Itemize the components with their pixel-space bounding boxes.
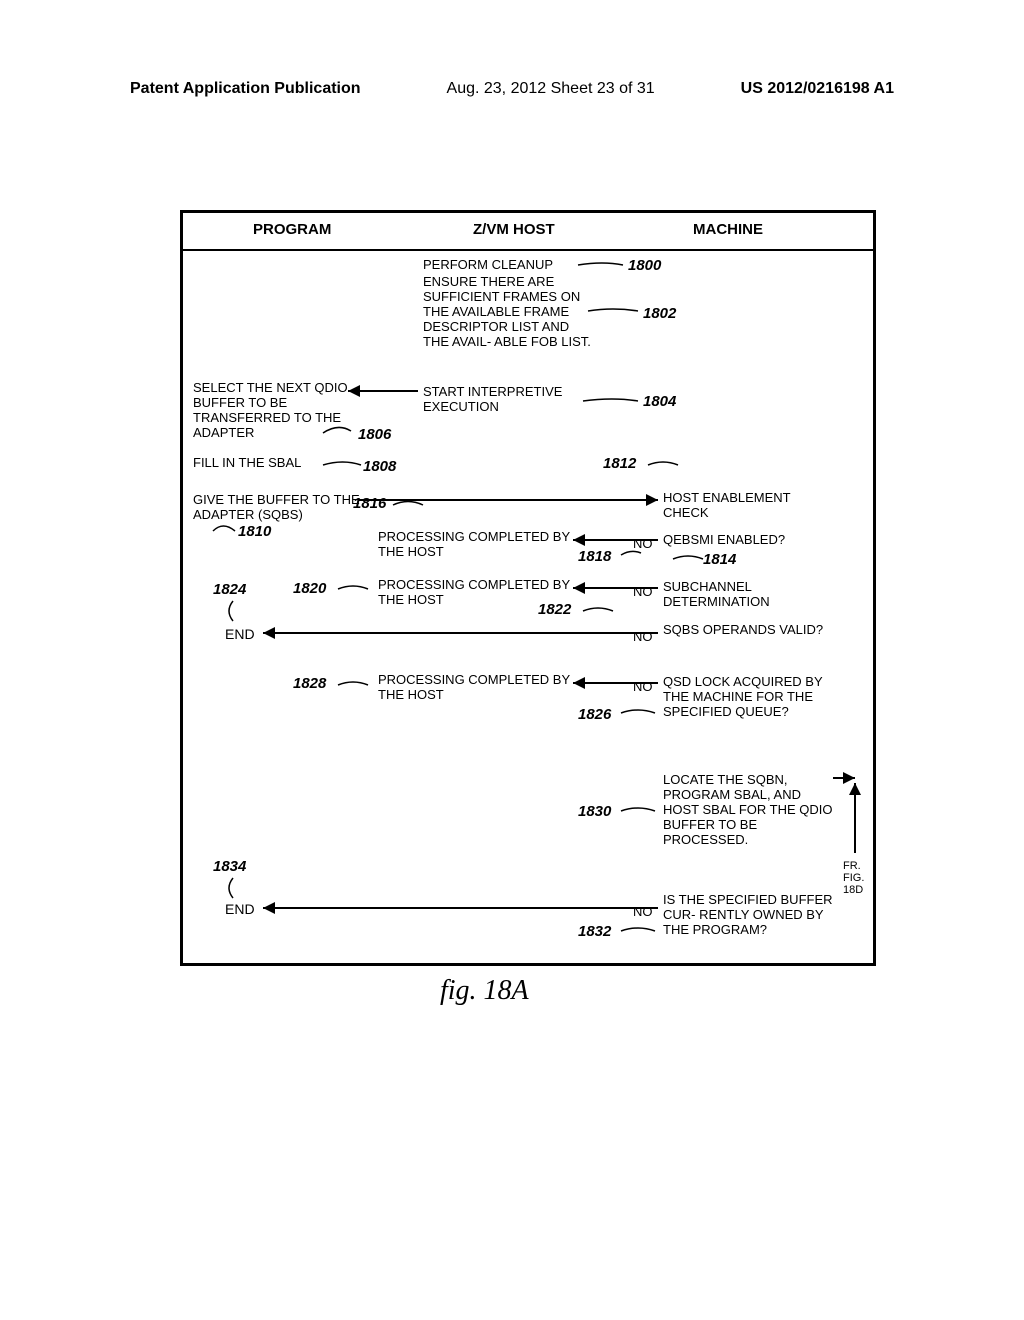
header-pubnumber: US 2012/0216198 A1	[741, 80, 894, 98]
arrows-layer	[183, 213, 873, 963]
header-sheet: Aug. 23, 2012 Sheet 23 of 31	[447, 80, 655, 98]
figure-frame: PROGRAM Z/VM HOST MACHINE PERFORM CLEANU…	[180, 210, 876, 966]
figure-caption: fig. 18A	[440, 975, 529, 1007]
page-header: Patent Application Publication Aug. 23, …	[0, 0, 1024, 108]
header-publication: Patent Application Publication	[130, 80, 361, 98]
